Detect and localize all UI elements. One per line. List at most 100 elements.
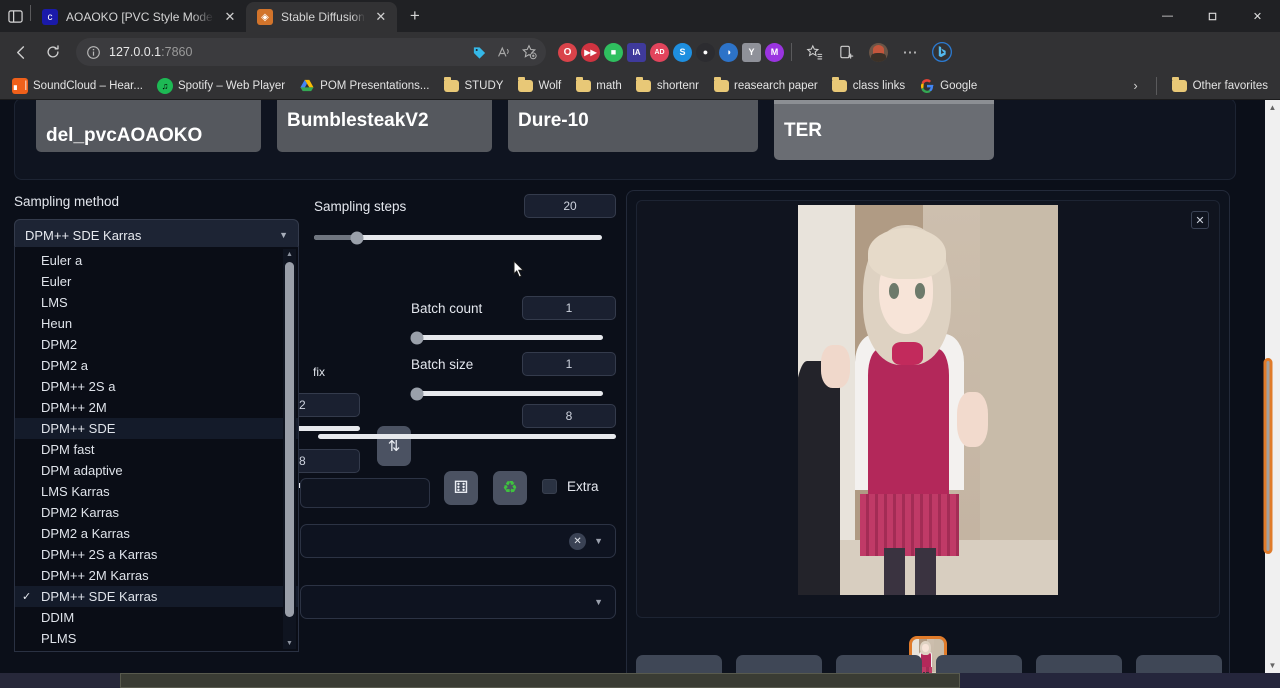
back-icon[interactable] <box>6 38 36 66</box>
dropdown-option[interactable]: DPM fast <box>15 439 298 460</box>
clear-x-icon[interactable]: ✕ <box>569 533 586 550</box>
shazam-icon[interactable]: S <box>673 43 692 62</box>
dropdown-option[interactable]: DPM++ 2M <box>15 397 298 418</box>
sampling-method-dropdown[interactable]: Euler a Euler LMS Heun DPM2 DPM2 a DPM++… <box>14 247 299 652</box>
internet-archive-icon[interactable]: IA <box>627 43 646 62</box>
dropdown-option[interactable]: LMS <box>15 292 298 313</box>
swap-dimensions-button[interactable]: ⇅ <box>377 426 411 466</box>
close-gallery-icon[interactable]: ✕ <box>1191 211 1209 229</box>
dropdown-option[interactable]: DDIM <box>15 607 298 628</box>
width-slider[interactable] <box>292 426 360 431</box>
adblock-icon[interactable]: AD <box>650 43 669 62</box>
slider-knob[interactable] <box>410 387 423 400</box>
maximize-button[interactable] <box>1190 0 1235 32</box>
trash-extension-icon[interactable]: ■ <box>604 43 623 62</box>
cfg-scale-slider[interactable] <box>318 434 616 439</box>
scrollbar-thumb[interactable] <box>1264 358 1273 554</box>
tab-aoaoko[interactable]: c AOAOKO [PVC Style Model] - PV ✕ <box>31 2 246 32</box>
batch-count-value[interactable]: 1 <box>522 296 616 320</box>
dropdown-option[interactable]: LMS Karras <box>15 481 298 502</box>
script-dropdown[interactable]: ✕ ▼ <box>300 524 616 558</box>
bookmark-folder-research-paper[interactable]: reasearch paper <box>707 75 824 97</box>
settings-more-icon[interactable]: ⋯ <box>895 38 925 66</box>
slider-knob[interactable] <box>410 331 423 344</box>
dropdown-option[interactable]: DPM++ 2M Karras <box>15 565 298 586</box>
model-card-ter[interactable]: TER <box>774 100 994 160</box>
bookmark-other-favorites[interactable]: Other favorites <box>1166 75 1274 97</box>
bookmark-google[interactable]: Google <box>913 75 983 97</box>
firefox-style-icon[interactable]: ◑ <box>719 43 738 62</box>
opera-icon[interactable]: O <box>558 43 577 62</box>
add-favorite-icon[interactable] <box>518 38 540 66</box>
bookmark-folder-class-links[interactable]: class links <box>826 75 911 97</box>
bookmark-pom-presentations[interactable]: POM Presentations... <box>293 75 435 97</box>
secondary-dropdown[interactable]: ▼ <box>300 585 616 619</box>
height-value[interactable]: 8 <box>292 449 360 473</box>
info-icon[interactable] <box>86 45 101 60</box>
sampling-steps-value[interactable]: 20 <box>524 194 616 218</box>
dropdown-option-selected[interactable]: ✓ DPM++ SDE Karras <box>15 586 298 607</box>
generated-image[interactable] <box>798 205 1058 595</box>
scrollbar-thumb[interactable] <box>285 262 294 617</box>
price-tag-icon[interactable] <box>468 38 490 66</box>
seed-input[interactable] <box>300 478 430 508</box>
yandex-icon[interactable]: Y <box>742 43 761 62</box>
taskbar-window-preview[interactable] <box>120 673 960 688</box>
close-window-button[interactable]: ✕ <box>1235 0 1280 32</box>
dropdown-option[interactable]: PLMS <box>15 628 298 649</box>
scroll-down-icon[interactable]: ▼ <box>283 638 296 649</box>
dropdown-option[interactable]: DPM2 Karras <box>15 502 298 523</box>
dropdown-option[interactable]: DPM++ 2S a <box>15 376 298 397</box>
action-button-5[interactable] <box>1036 655 1122 673</box>
reload-icon[interactable] <box>38 38 68 66</box>
monica-ai-icon[interactable]: M <box>765 43 784 62</box>
location-pin-icon[interactable]: ● <box>696 43 715 62</box>
random-seed-button[interactable]: ⚅ <box>444 471 478 505</box>
scroll-up-icon[interactable]: ▲ <box>1265 100 1280 115</box>
bookmark-spotify[interactable]: ♫ Spotify – Web Player <box>151 75 291 97</box>
dropdown-option[interactable]: DPM adaptive <box>15 460 298 481</box>
cfg-scale-value[interactable]: 8 <box>522 404 616 428</box>
extra-checkbox[interactable] <box>542 479 557 494</box>
address-bar[interactable]: 127.0.0.1:7860 <box>76 38 546 66</box>
close-icon[interactable]: ✕ <box>373 9 389 25</box>
bookmark-folder-wolf[interactable]: Wolf <box>511 75 567 97</box>
width-value[interactable]: 2 <box>292 393 360 417</box>
bing-copilot-icon[interactable] <box>927 38 957 66</box>
model-card-aoaoko[interactable]: del_pvcAOAOKO <box>36 100 261 152</box>
dropdown-option[interactable]: Euler a <box>15 250 298 271</box>
video-downloader-icon[interactable]: ▶▶ <box>581 43 600 62</box>
dropdown-option[interactable]: DPM2 <box>15 334 298 355</box>
bookmark-folder-study[interactable]: STUDY <box>437 75 509 97</box>
chevron-right-icon[interactable]: › <box>1125 76 1147 96</box>
minimize-button[interactable]: — <box>1145 0 1190 32</box>
sampling-steps-slider[interactable] <box>314 235 602 240</box>
dropdown-option[interactable]: DPM2 a Karras <box>15 523 298 544</box>
action-button-4[interactable] <box>936 655 1022 673</box>
dropdown-option[interactable]: Euler <box>15 271 298 292</box>
bookmark-folder-math[interactable]: math <box>569 75 628 97</box>
read-aloud-icon[interactable] <box>493 38 515 66</box>
model-card-bumblesteak[interactable]: BumblesteakV2 <box>277 100 492 152</box>
tab-list-icon[interactable] <box>0 0 30 32</box>
action-button-3[interactable] <box>836 655 922 673</box>
batch-count-slider[interactable] <box>411 335 603 340</box>
scroll-down-icon[interactable]: ▼ <box>1265 658 1280 673</box>
bookmark-soundcloud[interactable]: ▖▕ SoundCloud – Hear... <box>6 75 149 97</box>
slider-knob[interactable] <box>351 231 364 244</box>
recycle-seed-button[interactable]: ♻ <box>493 471 527 505</box>
close-icon[interactable]: ✕ <box>222 9 238 25</box>
batch-size-slider[interactable] <box>411 391 603 396</box>
model-card-dure10[interactable]: Dure-10 <box>508 100 758 152</box>
dropdown-option[interactable]: Heun <box>15 313 298 334</box>
dropdown-option[interactable]: DPM++ 2S a Karras <box>15 544 298 565</box>
action-button-1[interactable] <box>636 655 722 673</box>
batch-size-value[interactable]: 1 <box>522 352 616 376</box>
bookmark-folder-shortenr[interactable]: shortenr <box>630 75 705 97</box>
tab-stable-diffusion[interactable]: ◈ Stable Diffusion ✕ <box>246 2 397 32</box>
dropdown-scrollbar[interactable]: ▲ ▼ <box>283 249 296 649</box>
scroll-up-icon[interactable]: ▲ <box>283 249 296 260</box>
favorites-icon[interactable] <box>799 38 829 66</box>
page-scrollbar[interactable]: ▲ ▼ <box>1265 100 1280 673</box>
image-gallery[interactable]: ✕ <box>636 200 1220 618</box>
